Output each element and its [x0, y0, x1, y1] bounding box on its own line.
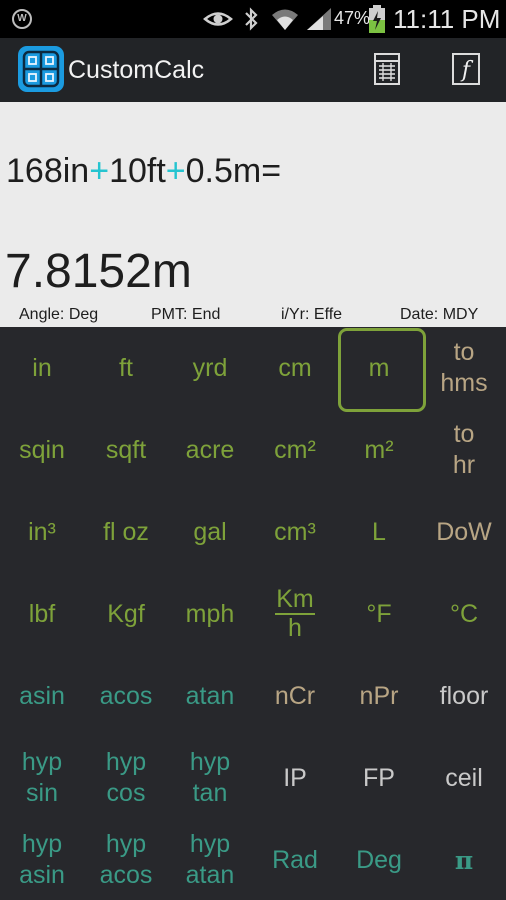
key-in[interactable]: in — [0, 327, 84, 409]
key-line: to — [453, 420, 475, 448]
key-line: sin — [26, 779, 58, 807]
angle-mode: Angle: Deg — [19, 306, 99, 323]
wifi-icon — [272, 9, 298, 30]
key-ft[interactable]: ft — [84, 327, 168, 409]
interest-mode: i/Yr: Effe — [281, 306, 343, 323]
key-cm2[interactable]: cm² — [253, 409, 337, 491]
key-hyp-tan[interactable]: hyp tan — [168, 737, 252, 819]
key-fractional-part[interactable]: FP — [337, 737, 421, 819]
calculator-grid-icon — [18, 46, 64, 92]
key-line: hyp — [105, 830, 147, 858]
key-line: hyp — [21, 748, 63, 776]
key-line: acos — [99, 861, 153, 889]
key-hyp-atan[interactable]: hyp atan — [168, 819, 252, 900]
key-hyp-cos[interactable]: hyp cos — [84, 737, 168, 819]
svg-text:f: f — [460, 58, 474, 83]
table-icon[interactable] — [372, 52, 402, 86]
key-sqin[interactable]: sqin — [0, 409, 84, 491]
key-celsius[interactable]: °C — [422, 573, 506, 655]
w-notification-icon: W — [12, 9, 32, 29]
key-hyp-acos[interactable]: hyp acos — [84, 819, 168, 900]
key-to-hr[interactable]: to hr — [422, 409, 506, 491]
expression-term: 168in — [6, 152, 90, 190]
key-npr[interactable]: nPr — [337, 655, 421, 737]
key-cm[interactable]: cm — [253, 327, 337, 409]
key-line: cos — [106, 779, 146, 807]
key-integer-part[interactable]: IP — [253, 737, 337, 819]
battery-percent: 47% — [334, 8, 371, 28]
key-deg[interactable]: Deg — [337, 819, 421, 900]
plus-operator: + — [89, 152, 110, 190]
key-sqft[interactable]: sqft — [84, 409, 168, 491]
key-hyp-asin[interactable]: hyp asin — [0, 819, 84, 900]
key-line: asin — [19, 861, 65, 889]
key-liter[interactable]: L — [337, 491, 421, 573]
calculator-display: 168in+10ft+0.5m= 7.8152m Angle: Deg PMT:… — [0, 102, 506, 327]
key-line: tan — [192, 779, 228, 807]
bluetooth-icon — [245, 7, 258, 31]
key-line: hyp — [189, 830, 231, 858]
key-m2[interactable]: m² — [337, 409, 421, 491]
key-fahrenheit[interactable]: °F — [337, 573, 421, 655]
app-title: CustomCalc — [68, 56, 205, 84]
key-numerator: Km — [275, 585, 315, 615]
expression-term: 10ft — [109, 152, 166, 190]
key-asin[interactable]: asin — [0, 655, 84, 737]
plus-operator: + — [165, 152, 186, 190]
key-line: hr — [452, 451, 476, 479]
key-line: hyp — [21, 830, 63, 858]
key-line: hms — [440, 369, 488, 397]
key-lbf[interactable]: lbf — [0, 573, 84, 655]
keypad: in ft yrd cm m to hms sqin sqft acre cm² … — [0, 327, 506, 900]
result-value: 7.8152m — [5, 245, 192, 298]
key-denominator: h — [288, 614, 302, 642]
key-atan[interactable]: atan — [168, 655, 252, 737]
key-ncr[interactable]: nCr — [253, 655, 337, 737]
key-acre[interactable]: acre — [168, 409, 252, 491]
key-pi[interactable]: π — [422, 819, 506, 900]
battery-charging-icon — [369, 5, 385, 33]
expression-line: 168in+10ft+0.5m= — [6, 152, 281, 191]
key-line: hyp — [105, 748, 147, 776]
key-day-of-week[interactable]: DoW — [422, 491, 506, 573]
key-mph[interactable]: mph — [168, 573, 252, 655]
key-line: atan — [185, 861, 235, 889]
key-line: hyp — [189, 748, 231, 776]
pmt-mode: PMT: End — [151, 306, 221, 323]
key-to-hms[interactable]: to hms — [422, 327, 506, 409]
key-fl-oz[interactable]: fl oz — [84, 491, 168, 573]
key-m[interactable]: m — [337, 327, 426, 412]
key-gal[interactable]: gal — [168, 491, 252, 573]
clock: 11:11 PM — [393, 4, 501, 34]
mode-indicators: Angle: Deg PMT: End i/Yr: Effe Date: MDY — [0, 306, 506, 326]
key-ceil[interactable]: ceil — [422, 737, 506, 819]
key-in3[interactable]: in³ — [0, 491, 84, 573]
key-line: to — [453, 338, 475, 366]
key-kgf[interactable]: Kgf — [84, 573, 168, 655]
date-mode: Date: MDY — [400, 306, 479, 323]
key-cm3[interactable]: cm³ — [253, 491, 337, 573]
key-yrd[interactable]: yrd — [168, 327, 252, 409]
key-km-per-h[interactable]: Km h — [253, 573, 337, 655]
eye-icon — [203, 12, 233, 26]
signal-icon — [307, 8, 331, 30]
key-rad[interactable]: Rad — [253, 819, 337, 900]
key-acos[interactable]: acos — [84, 655, 168, 737]
key-hyp-sin[interactable]: hyp sin — [0, 737, 84, 819]
function-icon[interactable]: f — [451, 52, 481, 86]
status-bar: W 47% 11:11 PM — [0, 0, 506, 38]
app-bar: CustomCalc f — [0, 38, 506, 102]
key-floor[interactable]: floor — [422, 655, 506, 737]
expression-term: 0.5m= — [185, 152, 282, 190]
